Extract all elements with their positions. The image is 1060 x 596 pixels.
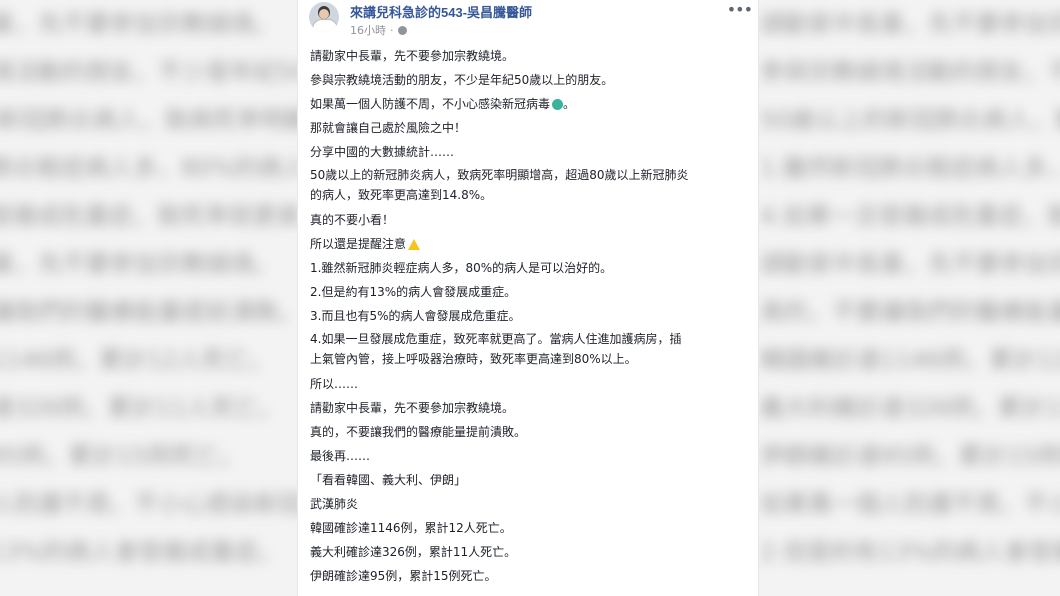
post-line: 所以…… <box>310 377 359 391</box>
facebook-post: 來講兒科急診的543-吳昌騰醫師 16小時 · ••• 請勸家中長輩，先不要參加… <box>297 0 759 596</box>
post-line: 伊朗確診達95例，累計15例死亡。 <box>310 569 497 583</box>
post-line: 請勸家中長輩，先不要參加宗教繞境。 <box>310 401 515 415</box>
post-line: 請勸家中長輩，先不要參加宗教繞境。 <box>310 49 515 63</box>
post-timestamp[interactable]: 16小時 <box>350 22 386 38</box>
page-avatar[interactable] <box>309 2 339 32</box>
background-blur-right: 請勸家中長輩，先不要參加宗教繞境。 參與宗教繞境活動的朋友，不少是年紀50歲以上… <box>760 10 1060 566</box>
post-line: 3.而且也有5%的病人會發展成危重症。 <box>310 309 521 323</box>
post-line: 韓國確診達1146例，累計12人死亡。 <box>310 521 512 535</box>
post-line: 真的不要小看！ <box>310 213 395 227</box>
post-line: 如果萬一個人防護不周，不小心感染新冠病毒。 <box>310 97 576 111</box>
virus-emoji-icon <box>552 99 564 110</box>
page-name-link[interactable]: 來講兒科急診的543-吳昌騰醫師 <box>350 2 532 21</box>
post-line: 所以還是提醒注意 <box>310 234 758 255</box>
post-line: 參與宗教繞境活動的朋友，不少是年紀50歲以上的朋友。 <box>310 73 614 87</box>
background-blur-left: 請勸家中長輩，先不要參加宗教繞境。 參與宗教繞境活動的朋友，不少是年紀50歲以上… <box>0 10 340 566</box>
post-line: 最後再…… <box>310 449 371 463</box>
post-line: 50歲以上的新冠肺炎病人，致病死率明顯增高，超過80歲以上新冠肺炎 的病人，致死… <box>310 168 689 202</box>
post-line: 真的，不要讓我們的醫療能量提前潰敗。 <box>310 425 527 439</box>
post-line: 2.但是約有13%的病人會發展成重症。 <box>310 285 517 299</box>
post-line: 4.如果一旦發展成危重症，致死率就更高了。當病人住進加護病房，插 上氣管內管，接… <box>310 332 682 366</box>
post-line: 義大利確診達326例，累計11人死亡。 <box>310 545 517 559</box>
post-line: 1.雖然新冠肺炎輕症病人多，80%的病人是可以治好的。 <box>310 261 613 275</box>
globe-icon <box>397 25 407 35</box>
warning-emoji-icon <box>408 239 421 250</box>
post-line: 武漢肺炎 <box>310 497 359 511</box>
post-line: 那就會讓自己處於風險之中！ <box>310 121 467 135</box>
post-meta: 16小時 · <box>350 22 407 38</box>
more-options-icon[interactable]: ••• <box>727 0 753 19</box>
post-header: 來講兒科急診的543-吳昌騰醫師 16小時 · ••• <box>298 0 758 42</box>
post-line: 「看看韓國、義大利、伊朗」 <box>310 473 467 487</box>
post-body: 請勸家中長輩，先不要參加宗教繞境。 參與宗教繞境活動的朋友，不少是年紀50歲以上… <box>298 42 758 587</box>
post-line: 分享中國的大數據統計…… <box>310 145 455 159</box>
